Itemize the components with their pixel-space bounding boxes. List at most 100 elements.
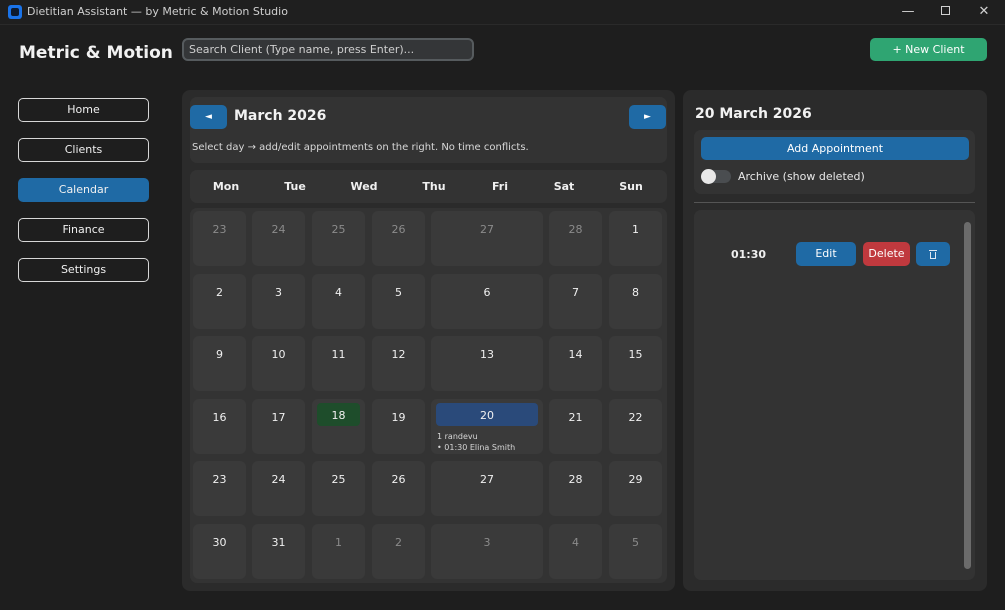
delete-appointment-button[interactable]: Delete (863, 242, 910, 266)
day-number: 10 (271, 348, 286, 361)
calendar-day[interactable]: 11 (312, 336, 365, 391)
calendar-day[interactable]: 1 (609, 211, 662, 266)
day-number: 3 (275, 286, 282, 299)
day-number: 26 (391, 223, 406, 236)
calendar-grid: 23 24 25 26 27 28 1 2 3 4 5 6 7 8 9 10 11 12 13 14 15 16 17 18 1… (190, 208, 667, 583)
calendar-day[interactable]: 3 (252, 274, 305, 329)
day-number: 24 (271, 223, 286, 236)
day-number: 31 (271, 536, 286, 549)
day-number: 24 (271, 473, 286, 486)
window-titlebar: Dietitian Assistant — by Metric & Motion… (0, 0, 1005, 25)
day-number: 17 (271, 411, 286, 424)
calendar-day[interactable]: 5 (609, 524, 662, 579)
calendar-day[interactable]: 13 (431, 336, 543, 391)
edit-appointment-button[interactable]: Edit (796, 242, 856, 266)
minimize-icon[interactable]: — (889, 0, 927, 25)
calendar-day[interactable]: 26 (372, 211, 425, 266)
sidebar-item-clients[interactable]: Clients (18, 138, 149, 162)
weekday-label: Sat (553, 180, 575, 193)
calendar-day[interactable]: 22 (609, 399, 662, 454)
calendar-panel: ◄ March 2026 ► Select day → add/edit app… (182, 90, 675, 591)
day-number: 5 (395, 286, 402, 299)
calendar-day[interactable]: 17 (252, 399, 305, 454)
archive-toggle-label: Archive (show deleted) (738, 170, 865, 183)
add-appointment-button[interactable]: Add Appointment (701, 137, 969, 160)
calendar-day[interactable]: 25 (312, 461, 365, 516)
calendar-day[interactable]: 27 (431, 461, 543, 516)
sidebar-item-calendar[interactable]: Calendar (18, 178, 149, 202)
search-input[interactable] (182, 38, 474, 61)
day-number: 27 (480, 223, 494, 236)
calendar-day[interactable]: 1 (312, 524, 365, 579)
scrollbar[interactable] (964, 222, 971, 569)
month-title: March 2026 (234, 108, 327, 124)
calendar-day[interactable]: 10 (252, 336, 305, 391)
calendar-day[interactable]: 14 (549, 336, 602, 391)
weekday-label: Tue (284, 180, 306, 193)
calendar-day[interactable]: 7 (549, 274, 602, 329)
calendar-day[interactable]: 12 (372, 336, 425, 391)
calendar-day[interactable]: 23 (193, 461, 246, 516)
day-number: 19 (391, 411, 406, 424)
day-number: 1 (632, 223, 639, 236)
day-number: 15 (628, 348, 643, 361)
window-title: Dietitian Assistant — by Metric & Motion… (27, 5, 288, 18)
calendar-day[interactable]: 31 (252, 524, 305, 579)
calendar-day[interactable]: 4 (312, 274, 365, 329)
next-month-button[interactable]: ► (629, 105, 666, 129)
day-number: 14 (568, 348, 583, 361)
day-number: 21 (568, 411, 583, 424)
new-client-button[interactable]: + New Client (870, 38, 987, 61)
calendar-day[interactable]: 27 (431, 211, 543, 266)
trash-icon[interactable] (916, 242, 950, 266)
sidebar-item-finance[interactable]: Finance (18, 218, 149, 242)
day-number: 30 (212, 536, 227, 549)
calendar-day[interactable]: 26 (372, 461, 425, 516)
calendar-day[interactable]: 28 (549, 461, 602, 516)
calendar-day[interactable]: 2 (372, 524, 425, 579)
day-number: 27 (480, 473, 494, 486)
archive-toggle[interactable] (701, 169, 731, 184)
sidebar-item-home[interactable]: Home (18, 98, 149, 122)
day-number: 9 (216, 348, 223, 361)
calendar-day[interactable]: 20 1 randevu • 01:30 Elina Smith (431, 399, 543, 454)
day-number: 6 (483, 286, 491, 299)
weekday-label: Thu (422, 180, 446, 193)
appointment-actions: Add Appointment Archive (show deleted) (694, 130, 975, 194)
calendar-day[interactable]: 18 (312, 399, 365, 454)
day-number: 22 (628, 411, 643, 424)
appointment-list: 01:30 Edit Delete (694, 210, 975, 580)
calendar-day[interactable]: 30 (193, 524, 246, 579)
calendar-day[interactable]: 19 (372, 399, 425, 454)
day-number: 4 (335, 286, 342, 299)
day-number: 28 (568, 223, 583, 236)
calendar-day[interactable]: 6 (431, 274, 543, 329)
calendar-day[interactable]: 9 (193, 336, 246, 391)
calendar-day[interactable]: 21 (549, 399, 602, 454)
calendar-day[interactable]: 3 (431, 524, 543, 579)
day-number: 28 (568, 473, 583, 486)
calendar-day[interactable]: 8 (609, 274, 662, 329)
day-number: 4 (572, 536, 579, 549)
calendar-day[interactable]: 5 (372, 274, 425, 329)
maximize-icon[interactable] (926, 0, 964, 25)
appointment-preview: • 01:30 Elina Smith (437, 443, 516, 452)
calendar-day[interactable]: 2 (193, 274, 246, 329)
app-icon (8, 5, 22, 19)
calendar-day[interactable]: 16 (193, 399, 246, 454)
weekday-header: Mon Tue Wed Thu Fri Sat Sun (190, 170, 667, 203)
calendar-day[interactable]: 29 (609, 461, 662, 516)
sidebar-item-settings[interactable]: Settings (18, 258, 149, 282)
calendar-day[interactable]: 23 (193, 211, 246, 266)
appointment-time: 01:30 (731, 248, 767, 261)
calendar-day[interactable]: 28 (549, 211, 602, 266)
calendar-day[interactable]: 24 (252, 211, 305, 266)
calendar-day[interactable]: 4 (549, 524, 602, 579)
weekday-label: Mon (212, 180, 240, 193)
close-icon[interactable]: ✕ (965, 0, 1003, 25)
calendar-day[interactable]: 24 (252, 461, 305, 516)
appointment-count: 1 randevu (437, 432, 478, 441)
prev-month-button[interactable]: ◄ (190, 105, 227, 129)
calendar-day[interactable]: 25 (312, 211, 365, 266)
calendar-day[interactable]: 15 (609, 336, 662, 391)
